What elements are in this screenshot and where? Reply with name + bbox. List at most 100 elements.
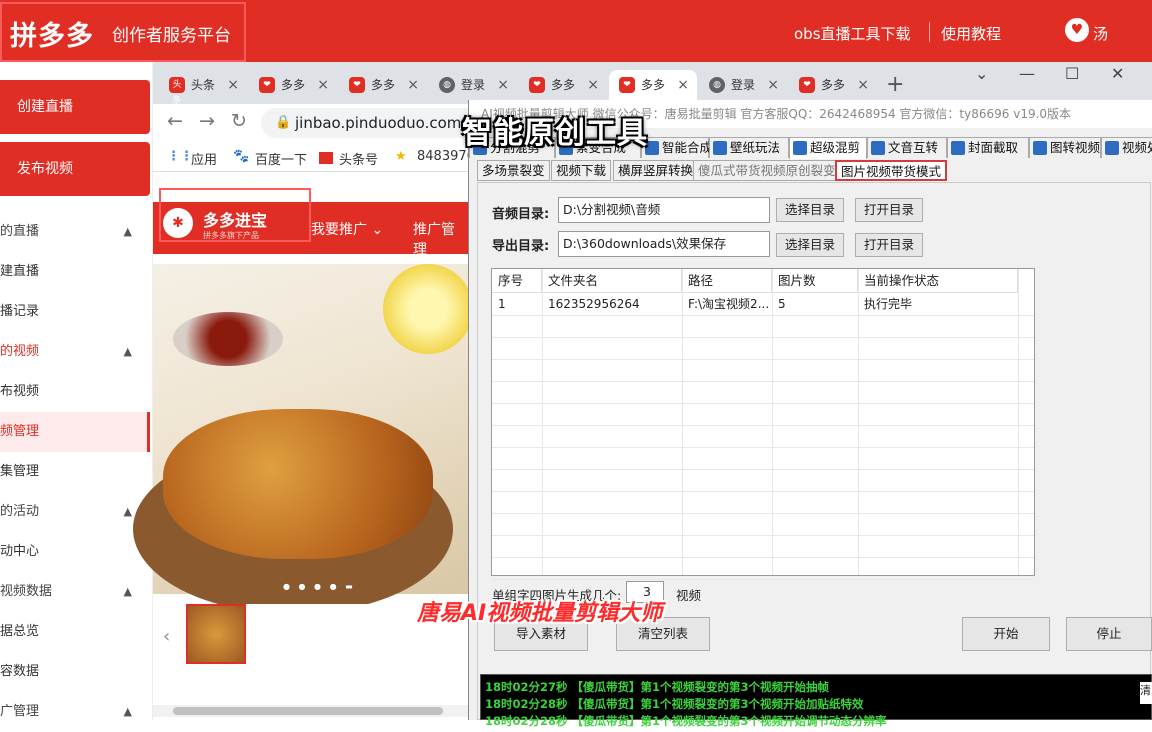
column-header[interactable]: 序号 (492, 269, 542, 293)
sidebar-item[interactable]: 广管理 ▲ (0, 692, 150, 732)
close-window-button[interactable]: ✕ (1111, 64, 1124, 83)
chevron-up-icon[interactable]: ▲ (124, 692, 132, 732)
pdd-logo[interactable]: 拼多多 (10, 14, 94, 53)
close-icon[interactable]: × (767, 70, 779, 100)
tab-label: 视频处 (1122, 140, 1152, 155)
sidebar-item[interactable]: 动中心 (0, 532, 150, 572)
export-dir-input[interactable]: D:\360downloads\效果保存 (558, 231, 770, 257)
close-icon[interactable]: × (857, 70, 869, 100)
column-header[interactable]: 当前操作状态 (858, 269, 1018, 293)
horizontal-scrollbar[interactable] (153, 705, 468, 717)
bookmark-apps[interactable]: 应用 (191, 149, 217, 168)
sub-tab-2[interactable]: 横屏竖屏转换 (613, 160, 699, 181)
sub-tab-3[interactable]: 傻瓜式带货视频原创裂变 (693, 160, 841, 181)
audio-open-button[interactable]: 打开目录 (855, 198, 923, 222)
chevron-up-icon[interactable]: ▲ (124, 212, 132, 252)
close-icon[interactable]: × (677, 70, 689, 100)
browser-tab[interactable]: ❤ 多多 × (609, 70, 697, 104)
tab-icon (1033, 141, 1047, 155)
audio-dir-input[interactable]: D:\分割视频\音频 (558, 197, 770, 223)
close-icon[interactable]: × (587, 70, 599, 100)
browser-tab[interactable]: ❤ 多多 × (789, 70, 877, 104)
apps-grid-icon[interactable]: ⋮⋮ (167, 149, 193, 164)
hero-image[interactable]: ● ● ● ● ▬ (133, 264, 473, 614)
star-icon[interactable]: ★ (395, 149, 407, 164)
column-header[interactable]: 文件夹名 (542, 269, 682, 293)
bookmark-baidu[interactable]: 百度一下 (255, 149, 307, 168)
close-icon[interactable]: × (317, 70, 329, 100)
sidebar-item[interactable]: 布视频 (0, 372, 150, 412)
tab-4[interactable]: 超级混剪 (789, 137, 867, 159)
log-line: 18时02分28秒 【傻瓜带货】第1个视频裂变的第3个视频开始加贴纸特效 (485, 697, 864, 711)
export-select-button[interactable]: 选择目录 (776, 233, 844, 257)
nav-promote[interactable]: 我要推广 ⌄ (311, 219, 383, 239)
column-header[interactable]: 图片数 (772, 269, 858, 293)
jinbao-logo-icon[interactable]: ✱ (163, 208, 193, 238)
tutorial-link[interactable]: 使用教程 (941, 23, 1001, 44)
overlay-caption-bottom: 唐易AI视频批量剪辑大师 (417, 601, 663, 626)
publish-video-button[interactable]: 发布视频 (0, 142, 150, 196)
jinbao-logo[interactable]: 多多进宝 (203, 207, 267, 231)
tab-2[interactable]: 智能合成 (641, 137, 712, 158)
edge-button[interactable]: 清 (1140, 682, 1152, 704)
create-live-button[interactable]: 创建直播 (0, 80, 150, 134)
export-open-button[interactable]: 打开目录 (855, 233, 923, 257)
sidebar-item[interactable]: 容数据 (0, 652, 150, 692)
browser-tab[interactable]: ◍ 登录 × (429, 70, 517, 104)
column-header[interactable]: 路径 (682, 269, 772, 293)
sidebar-item[interactable]: 据总览 (0, 612, 150, 652)
sub-tab-4[interactable]: 图片视频带货模式 (835, 160, 948, 181)
sidebar-item[interactable]: 播记录 (0, 292, 150, 332)
stop-button[interactable]: 停止 (1066, 617, 1152, 651)
tab-search-icon[interactable]: ⌄ (975, 64, 988, 83)
lock-icon[interactable]: 🔒 (275, 115, 291, 130)
minimize-button[interactable]: — (1019, 64, 1035, 83)
sidebar-item[interactable]: 的视频 ▲ (0, 332, 150, 372)
log-line: 18时02分27秒 【傻瓜带货】第1个视频裂变的第3个视频开始抽帧 (485, 680, 830, 694)
chevron-up-icon[interactable]: ▲ (124, 572, 132, 612)
sub-tab-0[interactable]: 多场景裂变 (477, 160, 550, 181)
baidu-paw-icon[interactable]: 🐾 (233, 149, 249, 164)
sidebar-item[interactable]: 频管理 (0, 412, 150, 452)
username[interactable]: 汤 (1093, 23, 1108, 44)
tab-5[interactable]: 文音互转 (867, 137, 947, 158)
browser-tab[interactable]: ❤ 多多 × (519, 70, 607, 104)
toutiao-icon[interactable] (319, 152, 333, 164)
browser-tab[interactable]: ❤ 多多 × (339, 70, 427, 104)
table-row[interactable]: 1 162352956264 F:\淘宝视频2... 5 执行完毕 (492, 293, 1034, 315)
bookmark-toutiao[interactable]: 头条号 (339, 149, 378, 168)
scrollbar-thumb[interactable] (173, 707, 443, 715)
avatar[interactable]: ♥ (1065, 18, 1089, 42)
sidebar-item[interactable]: 的活动 ▲ (0, 492, 150, 532)
audio-select-button[interactable]: 选择目录 (776, 198, 844, 222)
obs-download-link[interactable]: obs直播工具下载 (794, 23, 911, 44)
sub-tab-1[interactable]: 视频下载 (551, 160, 612, 181)
tab-3[interactable]: 壁纸玩法 (709, 137, 789, 158)
chevron-left-icon[interactable]: ‹ (163, 626, 170, 647)
sidebar-item[interactable]: 的直播 ▲ (0, 212, 150, 252)
reload-icon[interactable]: ↻ (231, 110, 247, 132)
tab-6[interactable]: 封面截取 (947, 137, 1029, 158)
tab-7[interactable]: 图转视频 (1029, 137, 1101, 158)
carousel-dots[interactable]: ● ● ● ● ▬ (283, 582, 356, 591)
tab-favicon: ❤ (619, 77, 635, 93)
maximize-button[interactable]: ☐ (1065, 64, 1079, 83)
back-icon[interactable]: ← (167, 110, 183, 132)
sidebar-item[interactable]: 建直播 (0, 252, 150, 292)
tab-8[interactable]: 视频处 (1101, 137, 1152, 158)
new-tab-button[interactable]: + (886, 72, 904, 97)
sidebar-item[interactable]: 视频数据 ▲ (0, 572, 150, 612)
close-icon[interactable]: × (227, 70, 239, 100)
nav-promo-management[interactable]: 推广管理 (413, 219, 468, 259)
chevron-up-icon[interactable]: ▲ (124, 332, 132, 372)
forward-icon[interactable]: → (199, 110, 215, 132)
thumbnail[interactable] (186, 604, 246, 664)
chevron-up-icon[interactable]: ▲ (124, 492, 132, 532)
close-icon[interactable]: × (407, 70, 419, 100)
start-button[interactable]: 开始 (962, 617, 1050, 651)
browser-tab[interactable]: ◍ 登录 × (699, 70, 787, 104)
sidebar-item[interactable]: 集管理 (0, 452, 150, 492)
browser-tab[interactable]: ❤ 多多 × (249, 70, 337, 104)
browser-tab[interactable]: 头条 头条 × (159, 70, 247, 106)
close-icon[interactable]: × (497, 70, 509, 100)
